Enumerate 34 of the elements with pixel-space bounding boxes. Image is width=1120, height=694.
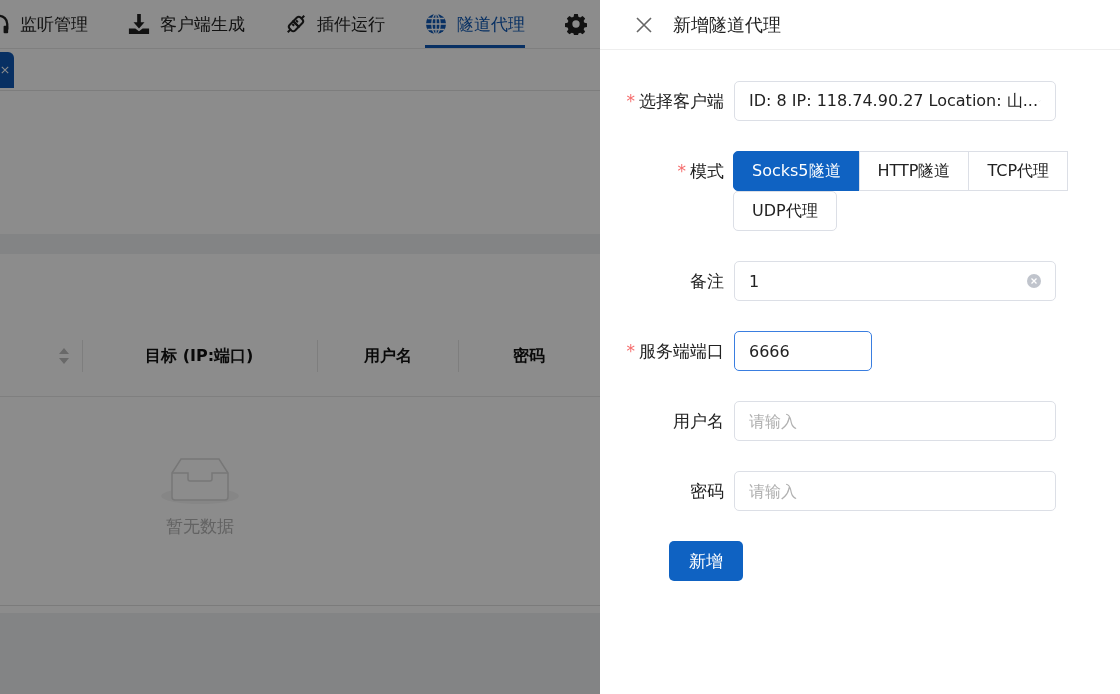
close-tab-button[interactable] (0, 51, 14, 88)
input-field[interactable]: 请输入 (734, 471, 1056, 511)
nav-tab[interactable]: 插件运行 (285, 0, 385, 48)
drawer-title: 新增隧道代理 (673, 12, 781, 37)
nav-tab[interactable]: 客户端生成 (128, 0, 245, 48)
close-icon[interactable] (635, 15, 653, 34)
settings-icon[interactable] (565, 13, 587, 35)
column-header: 密码 (513, 345, 546, 367)
nav-tab[interactable]: 监听管理 (0, 0, 88, 48)
download-icon (128, 13, 150, 35)
mode-option-button[interactable]: TCP代理 (968, 151, 1069, 191)
required-mark: * (626, 341, 635, 361)
column-header: 用户名 (363, 345, 412, 367)
mode-option-button[interactable]: Socks5隧道 (733, 151, 860, 191)
field-label: 模式 (690, 159, 724, 183)
plug-icon (285, 13, 307, 35)
submit-button[interactable]: 新增 (669, 541, 743, 581)
field-label: 选择客户端 (639, 89, 724, 113)
globe-icon (425, 13, 447, 35)
mode-option-button[interactable]: UDP代理 (733, 191, 837, 231)
close-icon (1, 65, 9, 74)
client-select[interactable]: ID: 8 IP: 118.74.90.27 Location: 山... (734, 81, 1056, 121)
input-field[interactable]: 6666 (734, 331, 872, 371)
field-label: 服务端端口 (639, 339, 724, 363)
mode-option-button[interactable]: HTTP隧道 (858, 151, 970, 191)
input-field[interactable]: 1 (734, 261, 1056, 301)
field-label: 备注 (690, 269, 724, 293)
required-mark: * (626, 91, 635, 111)
field-label: 密码 (690, 479, 724, 503)
column-header: 目标 (IP:端口) (145, 345, 254, 367)
field-label: 用户名 (673, 409, 724, 433)
required-mark: * (677, 161, 686, 181)
nav-tab[interactable]: 隧道代理 (425, 0, 525, 48)
input-field[interactable]: 请输入 (734, 401, 1056, 441)
